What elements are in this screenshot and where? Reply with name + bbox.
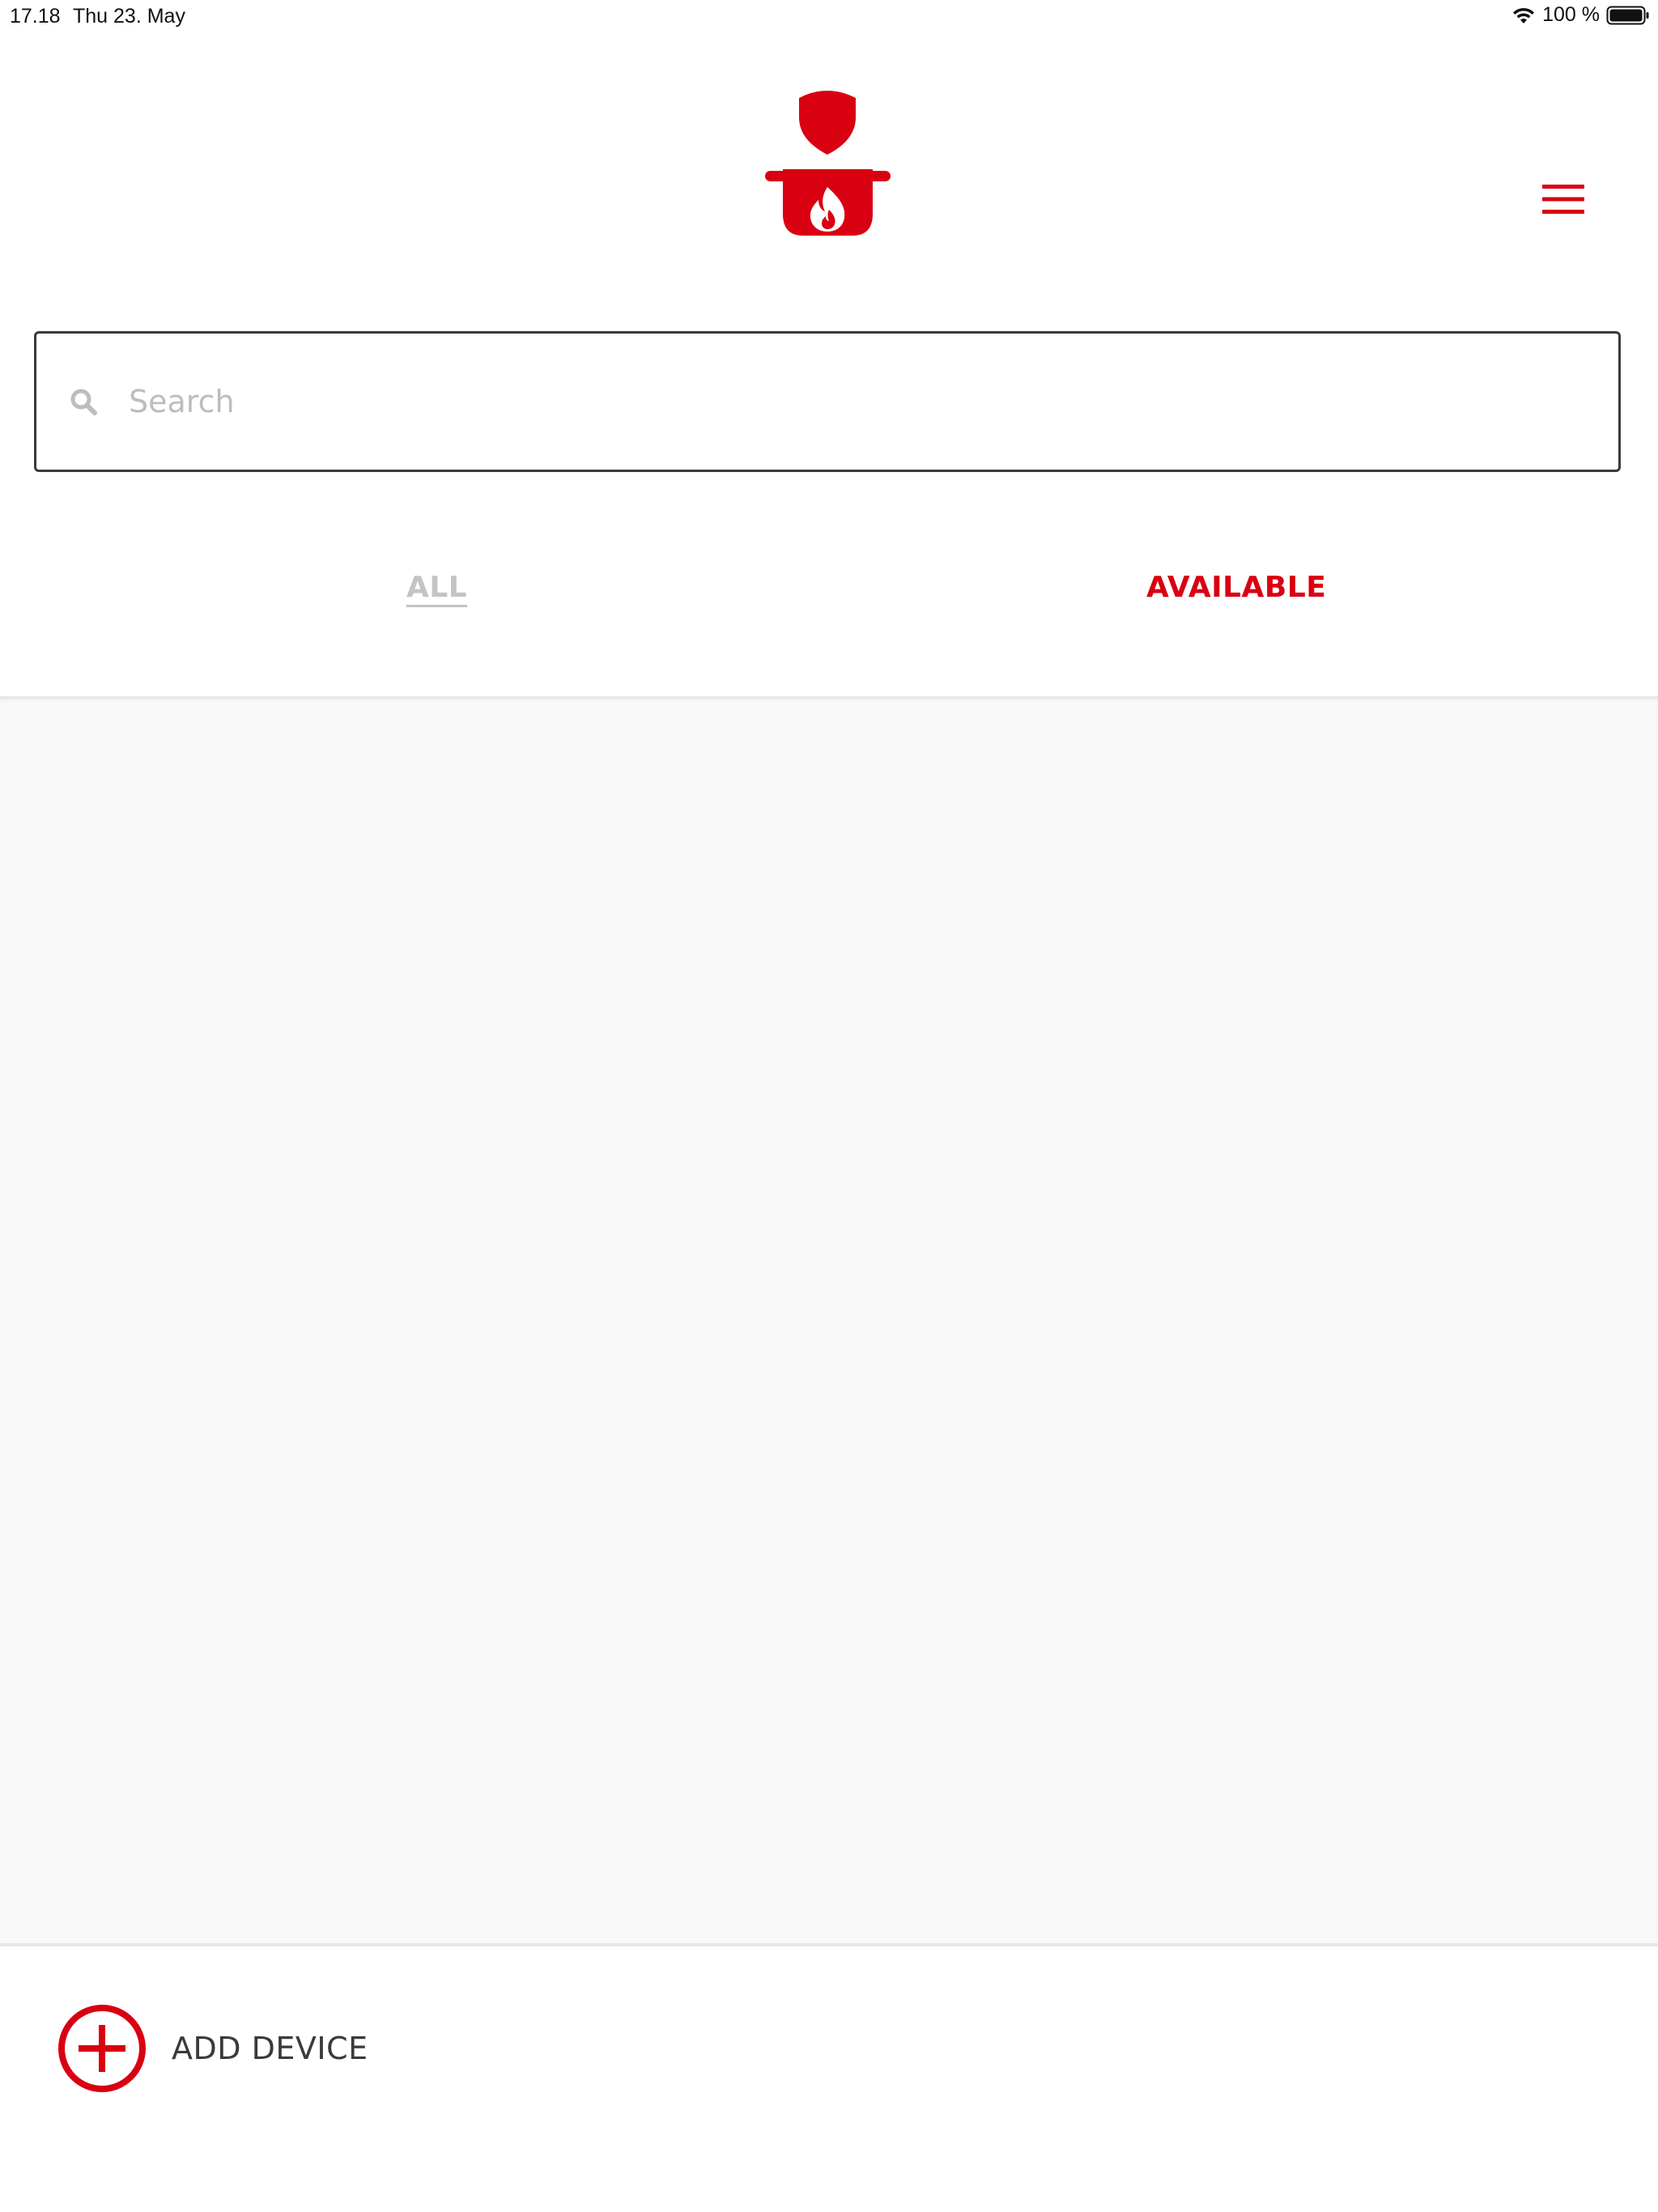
- add-device-button[interactable]: ADD DEVICE: [57, 2003, 368, 2094]
- plus-circle-icon: [58, 2005, 146, 2092]
- app-header: [0, 36, 1658, 295]
- chef-pot-logo-icon: [765, 91, 891, 236]
- add-device-label: ADD DEVICE: [172, 2031, 368, 2066]
- battery-icon: [1606, 6, 1649, 24]
- footer-bar: ADD DEVICE: [0, 1946, 1658, 2212]
- status-indicators: 100 %: [1511, 3, 1650, 27]
- filter-tabs: ALL AVAILABLE: [0, 534, 1658, 648]
- device-list: [0, 696, 1658, 1943]
- tab-all[interactable]: ALL: [406, 571, 467, 604]
- search-bar[interactable]: [34, 331, 1621, 472]
- hamburger-menu-icon: [1542, 185, 1584, 214]
- app-root: 17.18 Thu 23. May 100 % Search ALL AVAIL…: [0, 0, 1658, 2212]
- status-date: Thu 23. May: [73, 5, 185, 28]
- tab-available[interactable]: AVAILABLE: [1146, 571, 1326, 604]
- menu-button[interactable]: [1535, 175, 1592, 223]
- battery-percentage: 100 %: [1542, 3, 1600, 26]
- status-bar: 17.18 Thu 23. May 100 %: [0, 0, 1658, 36]
- wifi-icon: [1513, 7, 1535, 23]
- status-time: 17.18: [10, 5, 61, 28]
- search-icon: [70, 389, 97, 415]
- search-input[interactable]: [129, 334, 1618, 470]
